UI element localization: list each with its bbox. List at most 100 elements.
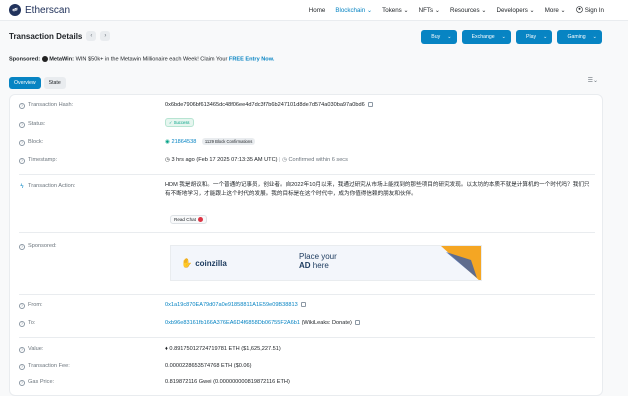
sponsor-text: WIN $50k+ in the Metawin Millionaire eac… <box>75 56 228 63</box>
action-row: ϟ Transaction Action: <box>19 183 158 190</box>
ad-brand: coinzilla <box>195 259 227 268</box>
sponsored-row: ? Sponsored: <box>19 243 158 250</box>
to-address-link[interactable]: 0xb96e83161fb166A376EA6D4f6858Db06755F2A… <box>165 320 300 326</box>
ad-arrow-graphic <box>441 246 481 280</box>
sponsored-label: Sponsored: <box>28 243 57 249</box>
status-badge: ✓ Success <box>165 118 194 127</box>
details-card: ? Transaction Hash: 0x6bde7906bf613465dc… <box>9 94 603 396</box>
menu-resources[interactable]: Resources ⌄ <box>450 7 486 14</box>
menu-nfts-label: NFTs <box>418 7 434 14</box>
spinner-icon: ◉ <box>165 139 170 145</box>
tab-state[interactable]: State <box>43 77 66 89</box>
fee-value: 0.0000228653574768 ETH ($0.06) <box>165 363 252 369</box>
tab-bar: Overview State <box>9 77 66 89</box>
action-label: Transaction Action: <box>28 183 76 189</box>
copy-icon[interactable] <box>367 102 373 108</box>
sponsor-label: Sponsored: <box>9 56 41 63</box>
play-button[interactable]: Play ⌄ <box>516 30 553 44</box>
status-value: ✓ Success <box>165 118 194 127</box>
signin-link[interactable]: Sign In <box>575 6 604 15</box>
timestamp-row: ? Timestamp: <box>19 157 158 164</box>
main-menu: Home Blockchain ⌄ Tokens ⌄ NFTs ⌄ Resour… <box>309 6 604 15</box>
exchange-label: Exchange <box>466 32 500 42</box>
tx-hash-value: 0x6bde7906bf613465dc48f06ee4d7dc3f7b6b24… <box>165 102 373 108</box>
ad-banner[interactable]: ✋ coinzilla Place your AD here <box>170 245 482 281</box>
block-link[interactable]: 21864538 <box>171 139 196 145</box>
help-icon: ? <box>19 102 25 109</box>
help-icon: ? <box>19 346 25 353</box>
help-icon: ? <box>19 320 25 327</box>
menu-resources-label: Resources <box>450 7 480 14</box>
from-address-link[interactable]: 0x1a19c870EA79d07a0e91858811A1E59e09B388… <box>165 302 298 308</box>
lightning-icon: ϟ <box>20 183 24 190</box>
buy-label: Buy <box>426 32 446 42</box>
metawin-icon <box>41 56 48 62</box>
more-options-icon[interactable]: ☰⌄ <box>588 77 598 84</box>
gas-label: Gas Price: <box>28 379 55 385</box>
menu-tokens[interactable]: Tokens ⌄ <box>382 7 409 14</box>
copy-icon[interactable] <box>354 320 360 326</box>
next-tx-button[interactable]: › <box>100 31 111 41</box>
menu-blockchain[interactable]: Blockchain ⌄ <box>335 7 372 14</box>
timestamp-value: ◷ 3 hrs ago (Feb 17 2025 07:13:35 AM UTC… <box>165 157 348 163</box>
eth-icon: ♦ <box>165 346 168 352</box>
etherscan-logo-icon <box>9 4 21 16</box>
menu-nfts[interactable]: NFTs ⌄ <box>419 7 440 14</box>
gaming-button[interactable]: Gaming ⌄ <box>557 30 602 44</box>
page-header: Transaction Details ‹ › <box>9 31 111 41</box>
gas-value: 0.819872116 Gwei (0.000000000819872116 E… <box>165 379 290 385</box>
read-chat-label: Read Chat <box>174 217 196 222</box>
prev-tx-button[interactable]: ‹ <box>86 31 97 41</box>
read-chat-button[interactable]: Read Chat <box>170 215 207 224</box>
copy-icon[interactable] <box>300 302 306 308</box>
user-icon <box>575 6 583 15</box>
sponsor-cta-link[interactable]: FREE Entry Now. <box>229 56 274 62</box>
divider-bar: | <box>279 157 281 163</box>
clock-icon: ◷ <box>165 157 170 163</box>
ad-line1: Place your <box>299 252 337 261</box>
fee-row: ? Transaction Fee: <box>19 363 158 370</box>
from-label: From: <box>28 302 43 308</box>
status-row: ? Status: <box>19 121 158 128</box>
value-row: ? Value: <box>19 346 158 353</box>
tx-hash-text: 0x6bde7906bf613465dc48f06ee4d7dc3f7b6b24… <box>165 102 365 108</box>
signin-label: Sign In <box>584 7 604 14</box>
to-name-tag: (WikiLeaks: Donate) <box>301 320 352 326</box>
status-text: Success <box>173 120 190 125</box>
menu-developers[interactable]: Developers ⌄ <box>497 7 535 14</box>
help-icon: ? <box>19 139 25 146</box>
fee-label: Transaction Fee: <box>28 363 70 369</box>
exchange-button[interactable]: Exchange ⌄ <box>461 30 512 44</box>
block-label: Block: <box>28 139 44 145</box>
block-value: ◉ 21864538 1129 Block Confirmations <box>165 138 256 145</box>
coinzilla-icon: ✋ <box>181 258 193 268</box>
value-label: Value: <box>28 346 44 352</box>
brand-name: Etherscan <box>25 4 71 16</box>
header-actions: Buy ⌄ Exchange ⌄ Play ⌄ Gaming ⌄ <box>421 30 602 44</box>
menu-more[interactable]: More ⌄ <box>545 7 566 14</box>
from-value: 0x1a19c870EA79d07a0e91858811A1E59e09B388… <box>165 302 306 308</box>
help-icon: ? <box>19 363 25 370</box>
tab-overview[interactable]: Overview <box>9 77 41 89</box>
logo[interactable]: Etherscan <box>9 4 70 16</box>
menu-tokens-label: Tokens <box>382 7 402 14</box>
status-label: Status: <box>28 121 46 127</box>
value-value: ♦ 0.89175012724719781 ETH ($1,625,227.51… <box>165 346 281 352</box>
buy-button[interactable]: Buy ⌄ <box>421 30 457 44</box>
ad-line2-bold: AD <box>299 261 311 270</box>
confirmed-icon: ◷ <box>282 157 287 163</box>
play-label: Play <box>521 32 542 42</box>
ad-logo: ✋ coinzilla <box>181 258 227 269</box>
divider <box>19 294 595 295</box>
block-row: ? Block: <box>19 139 158 146</box>
sponsor-name: MetaWin: <box>49 56 75 63</box>
timestamp-text: 3 hrs ago (Feb 17 2025 07:13:35 AM UTC) <box>171 157 278 163</box>
to-value: 0xb96e83161fb166A376EA6D4f6858Db06755F2A… <box>165 320 360 326</box>
value-text: 0.89175012724719781 ETH ($1,625,227.51) <box>169 346 281 352</box>
action-text: HDM 我是胡议和。一个普通的记事员，创业者。自2022年10月以来，我通过研究… <box>165 182 590 197</box>
ad-text: Place your AD here <box>299 252 337 270</box>
menu-home[interactable]: Home <box>309 7 326 14</box>
menu-more-label: More <box>544 7 559 14</box>
tx-hash-row: ? Transaction Hash: <box>19 102 158 109</box>
help-icon: ? <box>19 121 25 128</box>
